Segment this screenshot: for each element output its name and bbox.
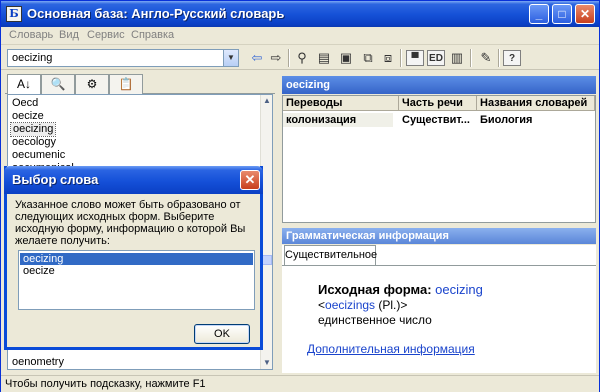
column-header-dictionaries[interactable]: Названия словарей bbox=[477, 96, 595, 111]
menu-view[interactable]: Вид bbox=[59, 29, 79, 41]
list-item[interactable]: oecize bbox=[12, 110, 44, 123]
toolbar-divider bbox=[498, 49, 500, 67]
list-item[interactable]: oenometry bbox=[12, 356, 64, 369]
list-item[interactable]: oecize bbox=[20, 265, 253, 277]
list-item-selected[interactable]: oecizing bbox=[20, 253, 253, 265]
base-form-label: Исходная форма: bbox=[318, 282, 432, 297]
print-icon[interactable]: ▤ bbox=[315, 50, 333, 66]
close-button[interactable]: ✕ bbox=[575, 4, 595, 24]
pin-icon[interactable]: ✎ bbox=[477, 50, 495, 66]
column-header-part-of-speech[interactable]: Часть речи bbox=[399, 96, 477, 111]
tab-divider bbox=[282, 265, 596, 266]
table-cell-translation[interactable]: колонизация bbox=[283, 113, 393, 127]
search-input[interactable]: oecizing bbox=[12, 52, 52, 64]
minimize-button[interactable]: _ bbox=[529, 4, 549, 24]
more-info-link[interactable]: Дополнительная информация bbox=[307, 342, 475, 356]
tab-search[interactable]: 🔍 bbox=[41, 74, 75, 94]
base-forms-list[interactable]: oecizing oecize bbox=[18, 250, 255, 310]
list-item[interactable]: Oecd bbox=[12, 97, 38, 110]
number-info: единственное число bbox=[318, 313, 432, 327]
list-item[interactable]: oecumenic bbox=[12, 149, 65, 162]
back-arrow-icon[interactable]: ⇦ bbox=[248, 50, 266, 66]
word-header: oecizing bbox=[282, 76, 596, 94]
window-title: Основная база: Англо-Русский словарь bbox=[27, 6, 285, 21]
column-header-translations[interactable]: Переводы bbox=[283, 96, 399, 111]
plural-open: < bbox=[318, 298, 326, 312]
dictionary-book-icon[interactable]: ▥ bbox=[448, 50, 466, 66]
table-cell-dictionary[interactable]: Биология bbox=[477, 113, 593, 127]
scroll-thumb[interactable] bbox=[262, 255, 272, 265]
tab-sort[interactable]: A↓ bbox=[7, 74, 41, 95]
status-text: Чтобы получить подсказку, нажмите F1 bbox=[5, 378, 206, 390]
copy-icon[interactable]: ⧉ bbox=[359, 50, 377, 66]
status-bar: Чтобы получить подсказку, нажмите F1 bbox=[1, 375, 599, 392]
plural-suffix: (Pl.)> bbox=[375, 298, 408, 312]
forward-arrow-icon[interactable]: ⇨ bbox=[267, 50, 285, 66]
chevron-down-icon[interactable]: ▼ bbox=[223, 50, 238, 66]
tab-clipboard[interactable]: 📋 bbox=[109, 74, 143, 94]
scroll-up-icon[interactable]: ▲ bbox=[261, 95, 272, 107]
scroll-down-icon[interactable]: ▼ bbox=[261, 357, 272, 369]
grammar-panel: Существительное Исходная форма: oecizing… bbox=[282, 245, 596, 373]
menu-service[interactable]: Сервис bbox=[87, 29, 125, 41]
ok-button[interactable]: OK bbox=[194, 324, 250, 344]
base-form-value[interactable]: oecizing bbox=[435, 282, 483, 297]
toolbar-divider bbox=[470, 49, 472, 67]
toolbar-divider bbox=[288, 49, 290, 67]
tab-noun[interactable]: Существительное bbox=[284, 245, 377, 265]
clipboard-icon[interactable]: ▣ bbox=[337, 50, 355, 66]
hat-icon[interactable]: ▀ bbox=[406, 50, 424, 66]
dialog-close-button[interactable]: ✕ bbox=[240, 170, 260, 190]
word-choice-dialog: Выбор слова ✕ Указанное слово может быть… bbox=[4, 166, 263, 350]
menu-dictionary[interactable]: Словарь bbox=[9, 29, 53, 41]
tab-settings[interactable]: ⚙ bbox=[75, 74, 109, 94]
menu-bar: Словарь Вид Сервис Справка bbox=[1, 27, 599, 45]
toolbar: oecizing ▼ ⇦ ⇨ ⚲ ▤ ▣ ⧉ ⧈ ▀ ED ▥ ✎ ? bbox=[1, 46, 599, 70]
dialog-message: Указанное слово может быть образовано от… bbox=[15, 199, 246, 247]
dialog-title: Выбор слова bbox=[12, 172, 99, 187]
grammar-header: Грамматическая информация bbox=[282, 228, 596, 244]
binoculars-icon[interactable]: ⚲ bbox=[293, 50, 311, 66]
list-item-selected[interactable]: oecizing bbox=[9, 122, 57, 137]
app-window: Б Основная база: Англо-Русский словарь _… bbox=[0, 0, 600, 392]
search-combo[interactable]: oecizing ▼ bbox=[7, 49, 239, 67]
edit-icon[interactable]: ED bbox=[427, 50, 445, 66]
help-icon[interactable]: ? bbox=[503, 50, 521, 66]
menu-help[interactable]: Справка bbox=[131, 29, 174, 41]
paste-icon[interactable]: ⧈ bbox=[379, 50, 397, 66]
list-item[interactable]: oecology bbox=[12, 136, 56, 149]
left-tabs: A↓ 🔍 ⚙ 📋 bbox=[5, 74, 275, 95]
maximize-button[interactable]: □ bbox=[552, 4, 572, 24]
plural-line: <oecizings (Pl.)> bbox=[318, 298, 407, 312]
dialog-title-bar: Выбор слова ✕ bbox=[4, 166, 263, 194]
title-bar: Б Основная база: Англо-Русский словарь _… bbox=[1, 1, 599, 27]
base-form-line: Исходная форма: oecizing bbox=[318, 282, 483, 297]
table-cell-part-of-speech[interactable]: Существит... bbox=[399, 113, 475, 127]
toolbar-divider bbox=[400, 49, 402, 67]
dictionary-icon: Б bbox=[6, 6, 22, 22]
plural-word[interactable]: oecizings bbox=[325, 298, 375, 312]
translations-table: Переводы Часть речи Названия словарей ко… bbox=[282, 95, 596, 223]
